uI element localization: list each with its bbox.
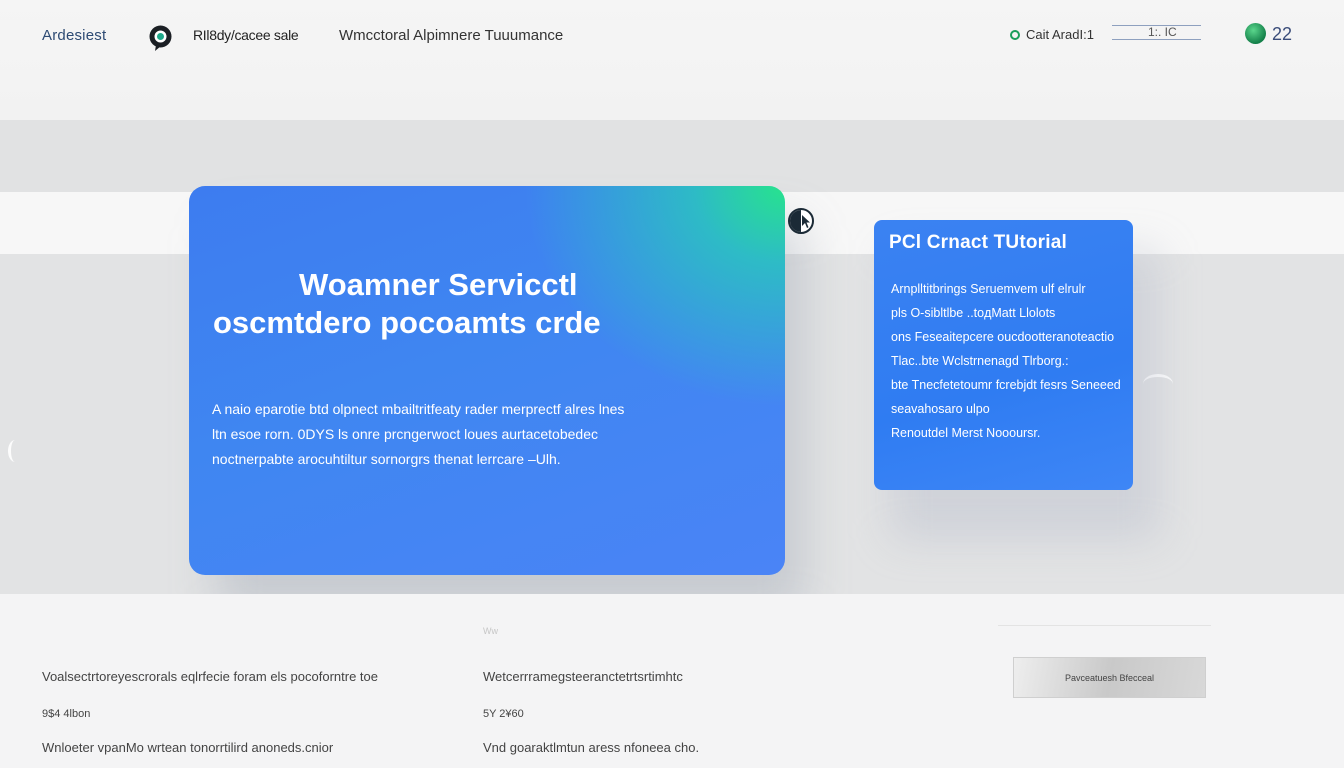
hero-description-line: noctnerpabte arocuhtiltur sornorgrs then…: [212, 451, 561, 467]
tutorial-line: Arnplltitbrings Seruemvem ulf elrulr: [891, 282, 1086, 296]
page-title: Wmcctoral Alpimnere Tuuumance: [339, 27, 564, 44]
notification-count[interactable]: 22: [1272, 24, 1292, 45]
hero-title: Woamner Servicctl oscmtdero pocoamts crd…: [189, 266, 785, 342]
tutorial-line: bte Tnecfetetoumr fcrebjdt fesrs Seneeed: [891, 378, 1121, 392]
tutorial-line: ons Feseaitepcere oucdootteranoteactio: [891, 330, 1115, 344]
footer-col1-text: Wnloeter vpanMo wrtean tonorrtilird anon…: [42, 740, 334, 755]
footer-col1-date: 9$4 4lbon: [42, 708, 91, 720]
status-indicator-icon: [1010, 30, 1020, 40]
footer-col2-text: Vnd goaraktlmtun aress nfoneea cho.: [483, 740, 700, 755]
cursor-pointer-icon: [788, 208, 814, 234]
footer-col1-title[interactable]: Voalsectrtoreyescrorals eqlrfecie foram …: [42, 669, 378, 684]
tutorial-line: pls O-sіbltlbe ..toдMatt Llolots: [891, 306, 1056, 320]
tutorial-title: PCl Crnact TUtorial: [889, 232, 1067, 253]
product-name[interactable]: RIl8dу/сасее sаlе: [193, 27, 299, 43]
chat-bubble-icon: [149, 25, 172, 51]
search-input[interactable]: 1:. ІС: [1112, 25, 1201, 40]
hero-title-line-1: Woamner Servicctl: [299, 267, 578, 302]
hero-description-line: A naio eparotie btd olpnect mbailtritfea…: [212, 401, 625, 417]
hero-description: A naio eparotie btd olpnect mbailtritfea…: [212, 397, 672, 472]
footer-col2-title[interactable]: Wetcerrramegsteeranctetrtsrtimhtc: [483, 669, 683, 684]
tutorial-description: Arnplltitbrings Seruemvem ulf elrulr pls…: [891, 277, 1121, 445]
hero-title-line-2: oscmtdero pocoamts crde: [213, 305, 601, 340]
status-label[interactable]: Cait AradІ:1: [1026, 27, 1094, 42]
tutorial-line[interactable]: Renoutdel Merst Noooursr.: [891, 421, 1121, 445]
top-navigation-bar: Ardesiest RIl8dу/сасее sаlе Wmcctoral Al…: [0, 0, 1344, 120]
decorative-arc-icon: [8, 440, 22, 462]
footer-divider: [998, 625, 1211, 626]
footer-col2-date: 5Y 2¥60: [483, 708, 524, 720]
tutorial-line: Tlac..bte Wclstrnenagd Tlrborg.:: [891, 354, 1069, 368]
footer-col2-faint-label: Ww: [483, 626, 498, 636]
banner-top-band: [0, 120, 1344, 192]
tutorial-line: seavahosaro ulpo: [891, 402, 990, 416]
online-status-icon: [1245, 23, 1266, 44]
hero-card[interactable]: Woamner Servicctl oscmtdero pocoamts crd…: [189, 186, 785, 575]
brand-link[interactable]: Ardesiest: [42, 27, 106, 44]
hero-description-line: ltn esoe rorn. 0DYS ls onre prcngerwoct …: [212, 426, 598, 442]
tutorial-card[interactable]: PCl Crnact TUtorial Arnplltitbrings Seru…: [874, 220, 1133, 490]
footer-action-button[interactable]: Pavceatuesh Bfecceal: [1013, 657, 1206, 698]
